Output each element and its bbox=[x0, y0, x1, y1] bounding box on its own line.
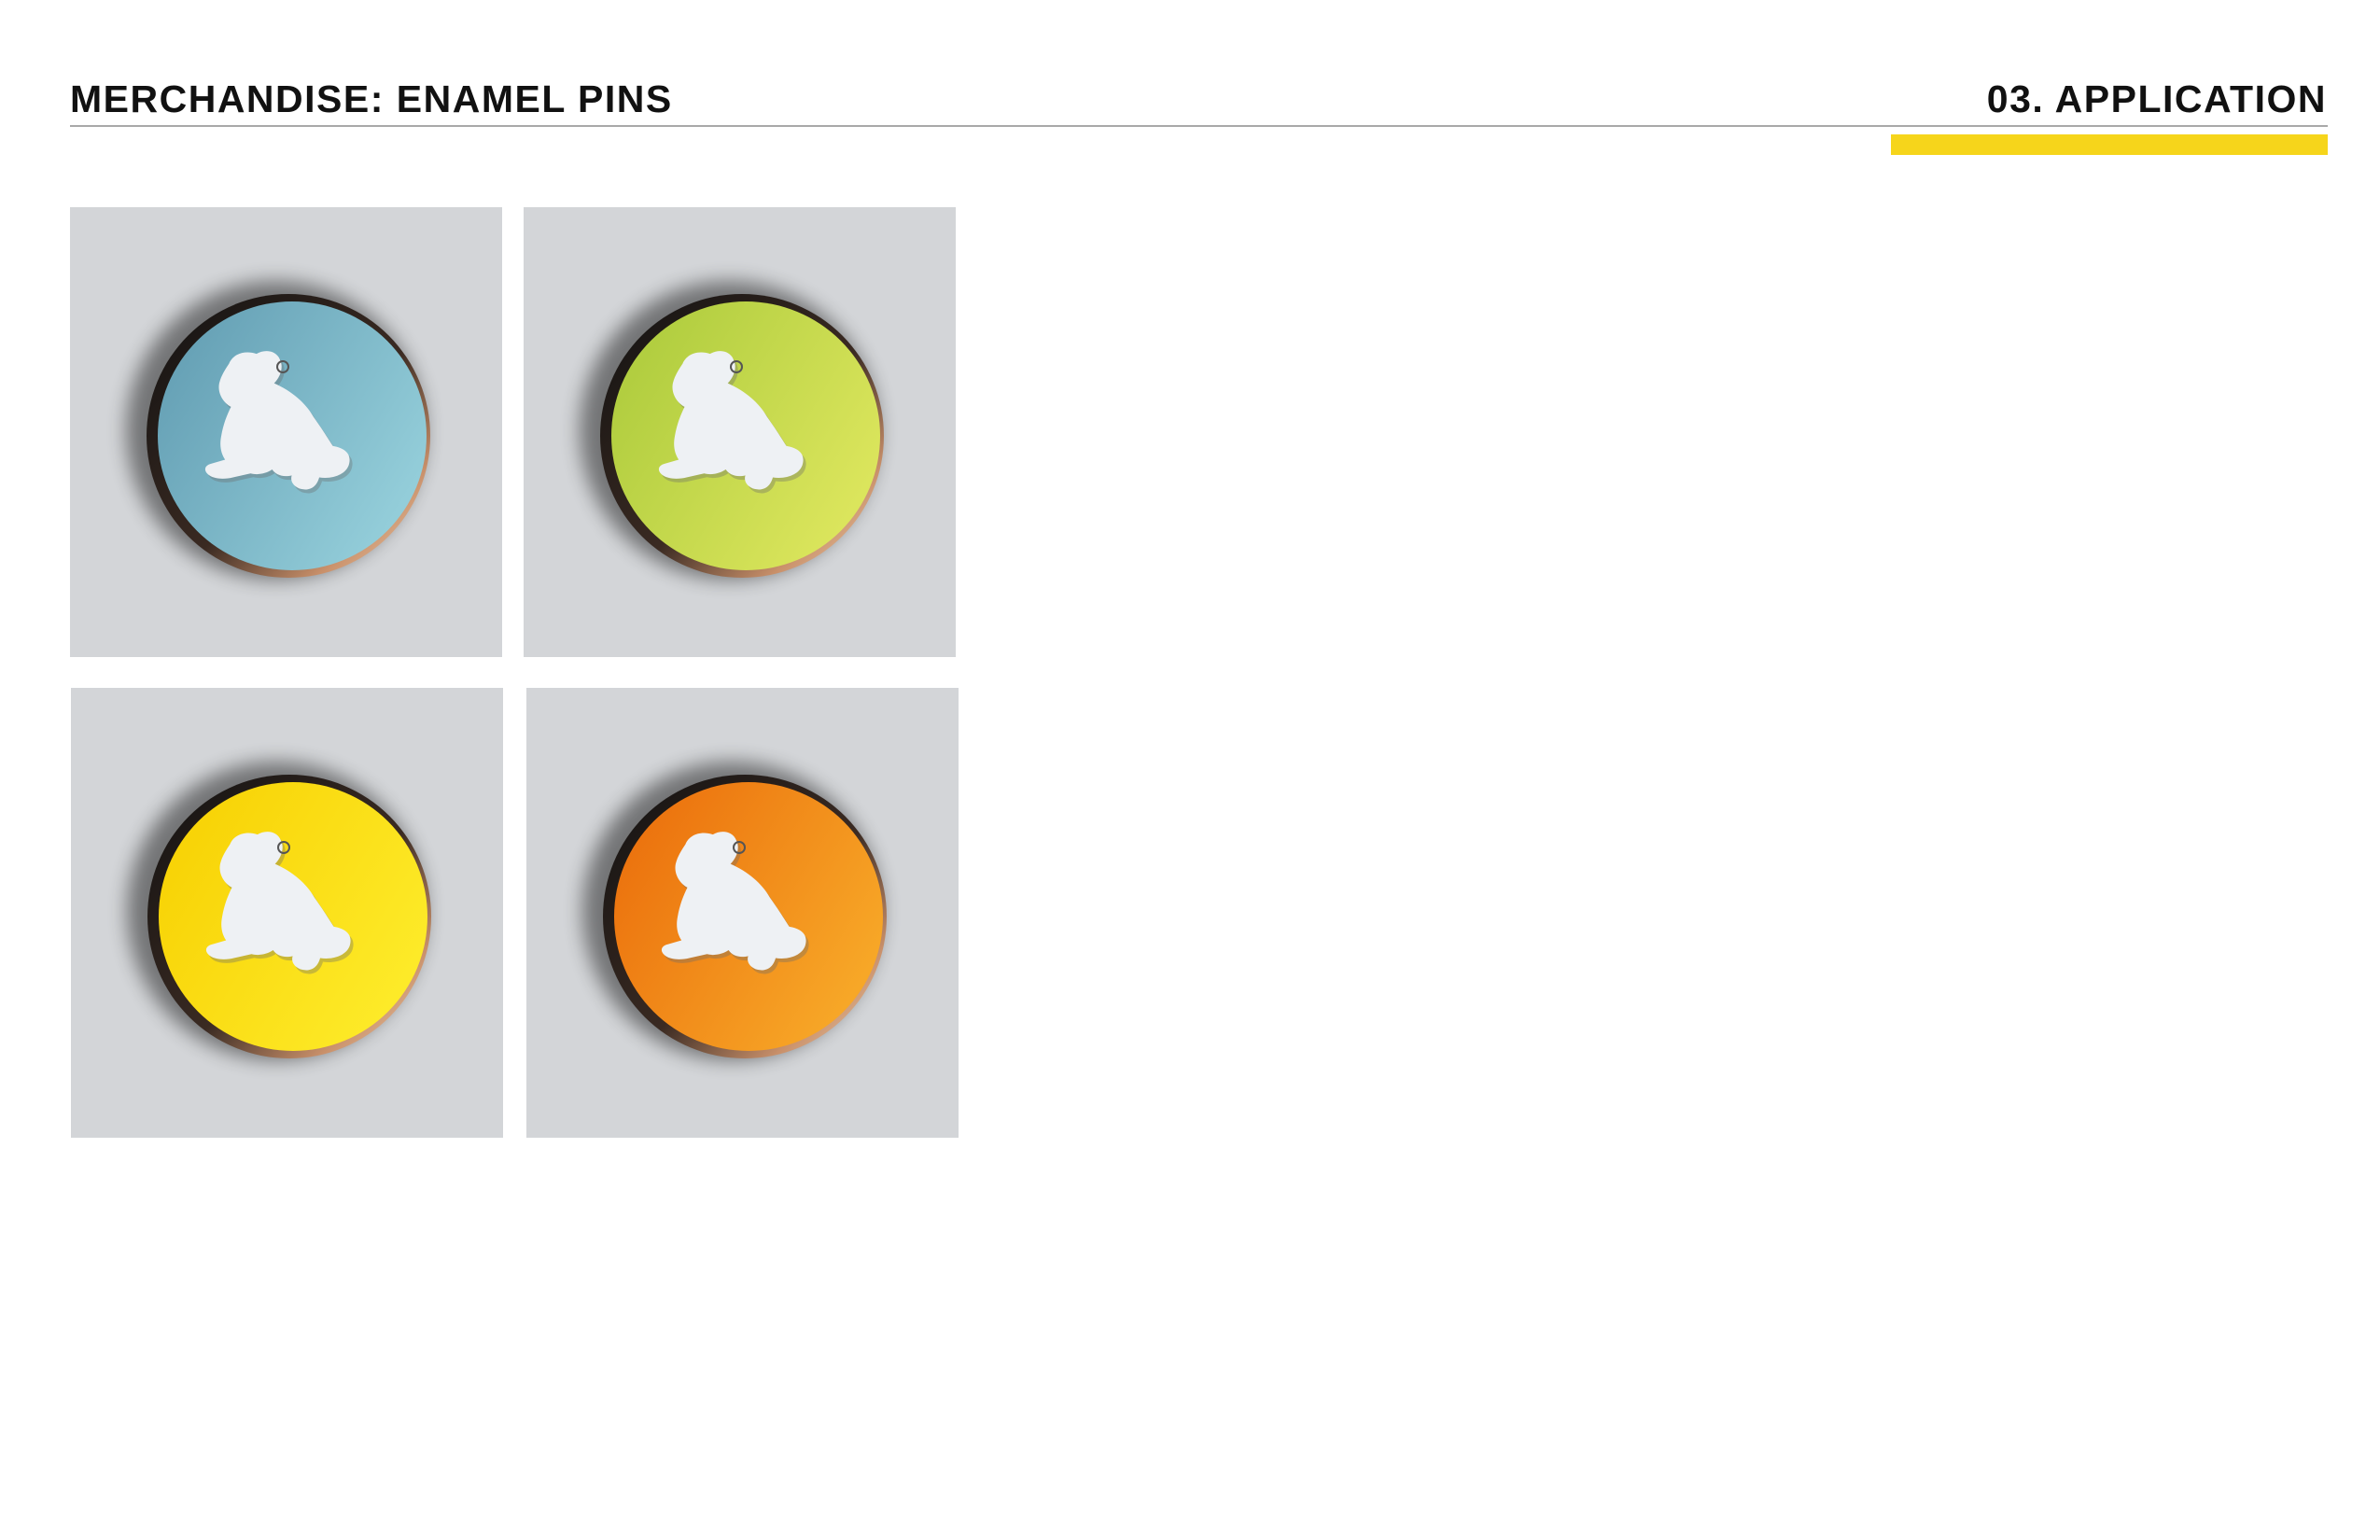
section-label: 03. APPLICATION bbox=[1986, 77, 2327, 120]
pin-card-yellow bbox=[71, 688, 503, 1138]
enamel-pin-orange bbox=[582, 762, 887, 1060]
header-divider bbox=[70, 125, 2328, 127]
pin-card-blue bbox=[70, 207, 502, 657]
section-accent-bar bbox=[1891, 134, 2328, 155]
pin-card-green bbox=[524, 207, 956, 657]
enamel-pin-yellow bbox=[127, 762, 431, 1060]
pin-card-orange bbox=[526, 688, 959, 1138]
enamel-pin-green bbox=[580, 281, 884, 580]
page-title: MERCHANDISE: ENAMEL PINS bbox=[70, 77, 673, 120]
enamel-pin-blue bbox=[126, 281, 430, 580]
